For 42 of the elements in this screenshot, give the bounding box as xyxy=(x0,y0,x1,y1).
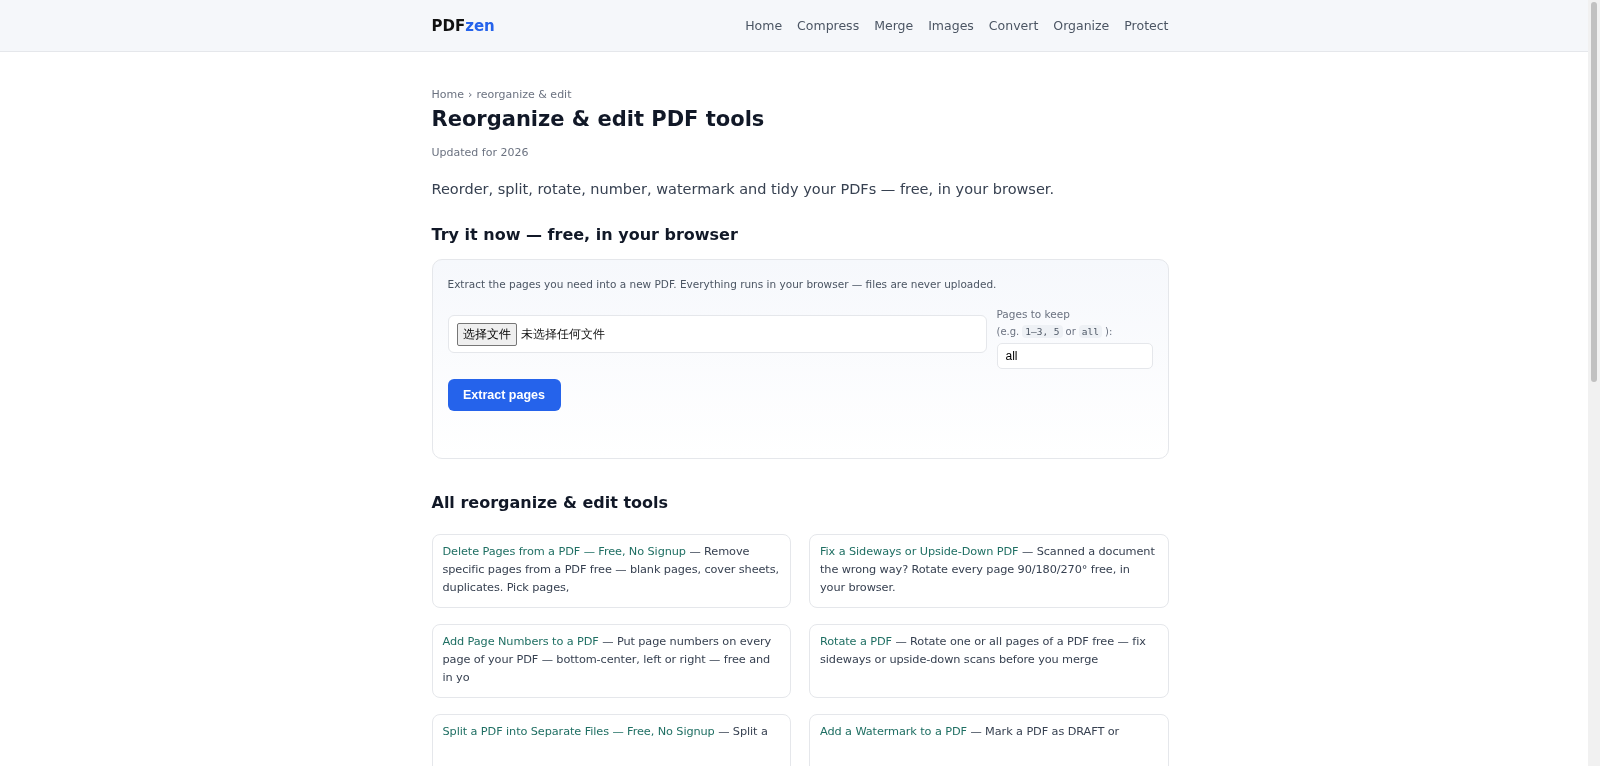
hint-text: (e.g. xyxy=(996,326,1020,337)
nav-link[interactable]: Images xyxy=(928,18,974,33)
tool-description: Delete Pages from a PDF — Free, No Signup — Remove specific pages from a PDF free — blank pages, cover sheets, duplicates. Pick pages, xyxy=(442,544,780,596)
tool-intro: Extract the pages you need into a new PDF. Everything runs in your browser — files are never uploaded. xyxy=(447,278,998,290)
lead-text: Reorder, split, rotate, number, watermark and tidy your PDFs — free, in your browser. xyxy=(431,181,1056,197)
hint-text: ): xyxy=(1105,326,1113,337)
breadcrumb-link[interactable]: Home xyxy=(431,88,464,101)
tool-link[interactable]: Add Page Numbers to a PDF xyxy=(442,635,599,648)
tool-description: Add Page Numbers to a PDF — Put page numbers on every page of your PDF — bottom-center, left or right — free and in yo xyxy=(442,634,773,686)
code-sample: all xyxy=(1078,325,1102,338)
choose-file-button[interactable]: 选择文件 xyxy=(456,322,517,346)
breadcrumb-separator: › xyxy=(468,88,473,101)
nav-link[interactable]: Merge xyxy=(874,18,914,33)
nav-link[interactable]: Protect xyxy=(1124,18,1169,33)
tool-link[interactable]: Fix a Sideways or Upside-Down PDF xyxy=(820,545,1019,558)
tool-description: Add a Watermark to a PDF — Mark a PDF as DRAFT or xyxy=(820,724,1121,740)
tool-link[interactable]: Delete Pages from a PDF — Free, No Signup xyxy=(442,545,686,558)
pages-input[interactable]: all xyxy=(996,343,1153,369)
tool-description: Fix a Sideways or Upside-Down PDF — Scanned a document the wrong way? Rotate every page 90/180/270° free, in your browser. xyxy=(820,544,1156,596)
file-status: 未选择任何文件 xyxy=(520,325,605,343)
breadcrumb-current: reorganize & edit xyxy=(476,88,572,101)
page-title: Reorganize & edit PDF tools xyxy=(431,107,766,131)
hint-text: or xyxy=(1065,326,1076,337)
nav-link[interactable]: Organize xyxy=(1053,18,1110,33)
code-sample: 1–3, 5 xyxy=(1022,325,1063,338)
extract-button[interactable]: Extract pages xyxy=(447,379,561,411)
section-heading: All reorganize & edit tools xyxy=(431,493,670,512)
nav-link[interactable]: Compress xyxy=(797,18,860,33)
tool-link[interactable]: Add a Watermark to a PDF xyxy=(820,725,967,738)
scrollbar-thumb[interactable] xyxy=(1591,2,1597,382)
pages-label: Pages to keep xyxy=(996,308,1071,320)
tool-description: Split a PDF into Separate Files — Free, No Signup — Split a xyxy=(442,724,769,740)
tool-link[interactable]: Rotate a PDF xyxy=(820,635,892,648)
tool-description: Rotate a PDF — Rotate one or all pages of a PDF free — fix sideways or upside-down scans before you merge xyxy=(820,634,1147,668)
logo[interactable]: PDFzen xyxy=(431,16,495,35)
nav-link[interactable]: Convert xyxy=(988,18,1039,33)
section-heading: Try it now — free, in your browser xyxy=(431,225,739,244)
updated-note: Updated for 2026 xyxy=(431,146,530,159)
file-input[interactable]: 选择文件 未选择任何文件 xyxy=(447,315,987,353)
scrollbar[interactable] xyxy=(1588,0,1600,766)
nav-link[interactable]: Home xyxy=(745,18,783,33)
tool-link[interactable]: Split a PDF into Separate Files — Free, No Signup xyxy=(442,725,715,738)
